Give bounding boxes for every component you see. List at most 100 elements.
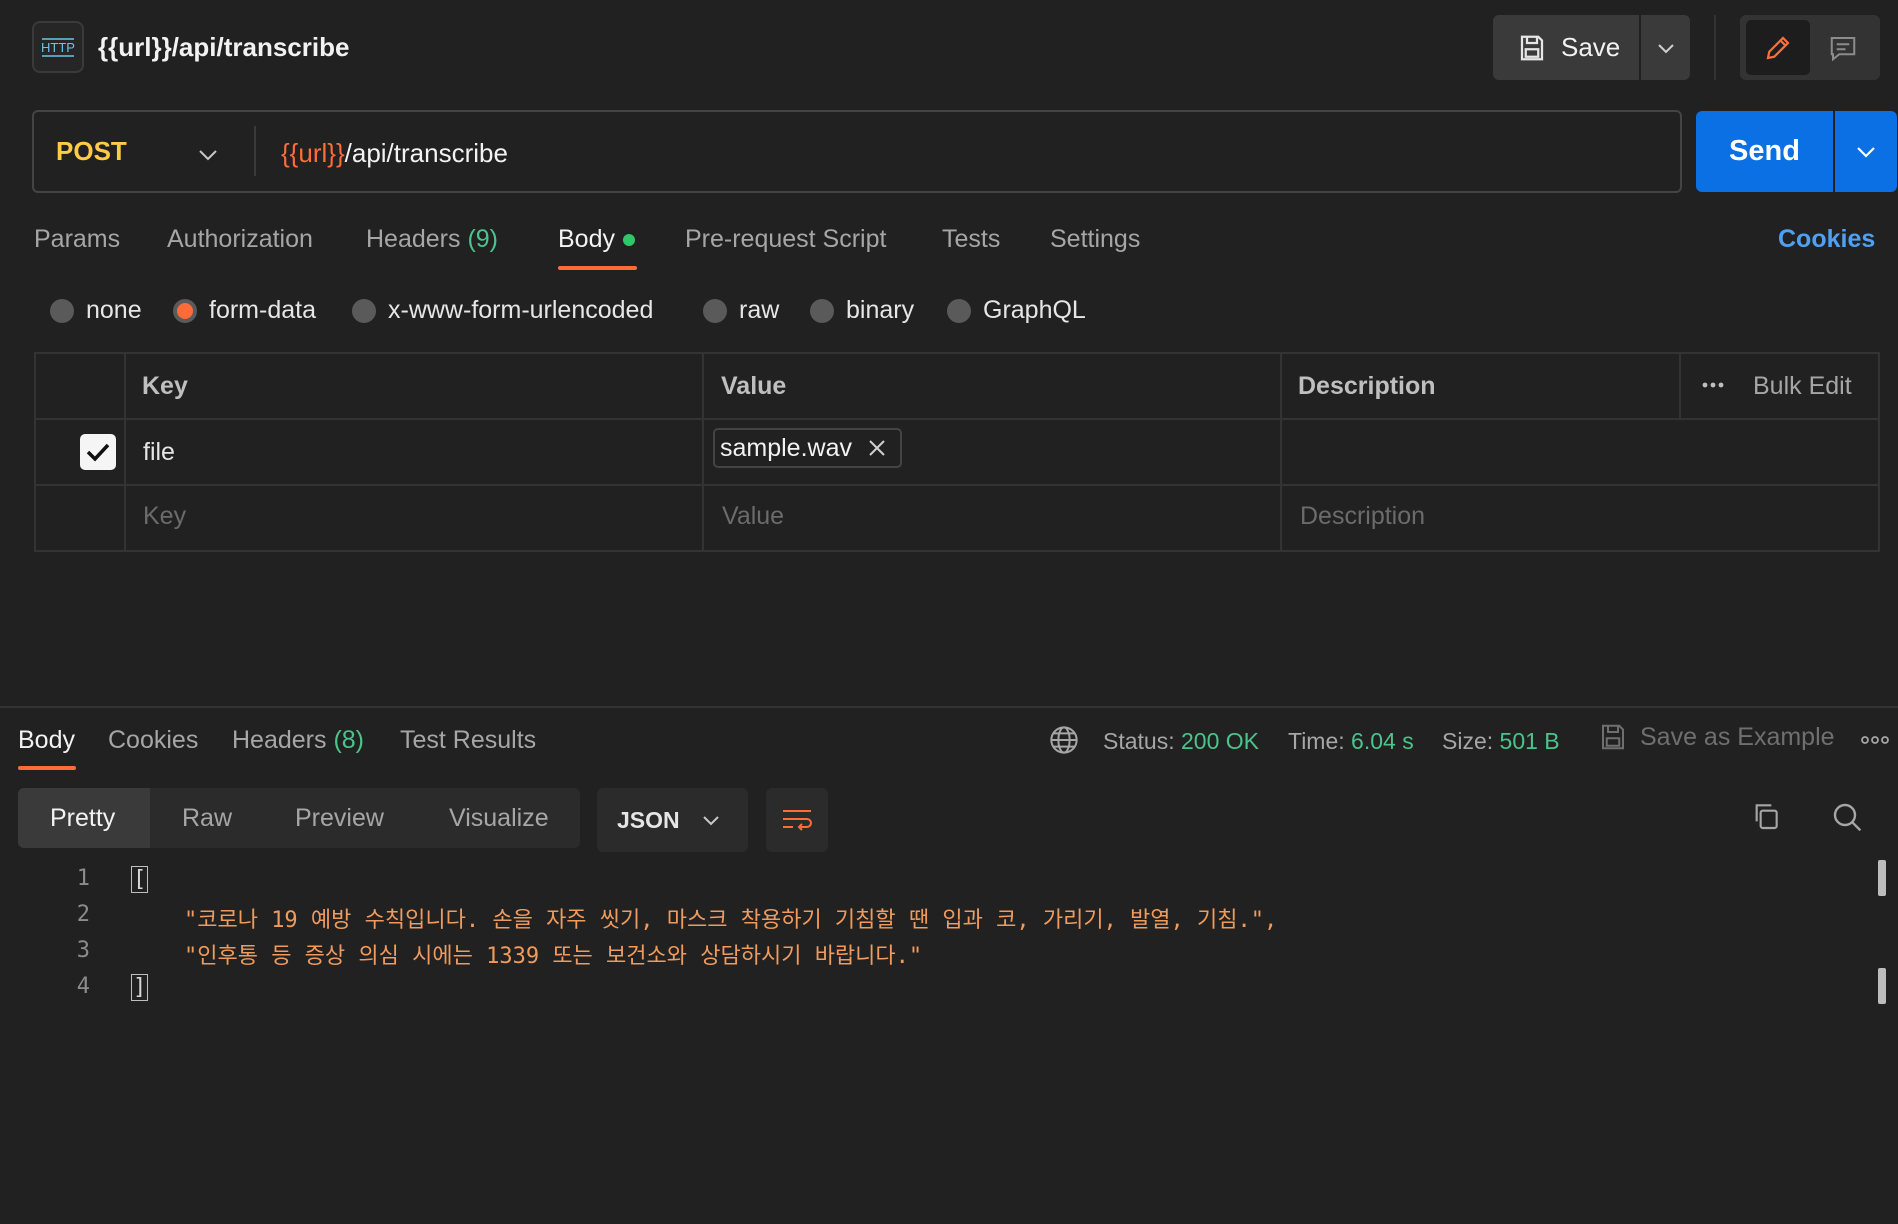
code-line: [ [131,864,149,893]
status-value: 200 OK [1181,728,1259,754]
file-chip[interactable]: sample.wav [713,428,902,468]
wrap-lines-icon [783,810,812,831]
save-button[interactable]: Save [1493,15,1639,80]
new-value-input[interactable]: Value [722,502,784,531]
tab-pre-request-script[interactable]: Pre-request Script [685,225,886,254]
body-type-urlencoded[interactable]: x-www-form-urlencoded [352,296,653,325]
tab-authorization[interactable]: Authorization [167,225,313,254]
code-line: "코로나 19 예방 수칙입니다. 손을 자주 씻기, 마스크 착용하기 기침할… [131,908,1278,933]
body-type-none[interactable]: none [50,296,142,325]
radio-label: GraphQL [983,296,1086,324]
column-header-value: Value [721,372,787,400]
body-type-form-data[interactable]: form-data [173,296,316,325]
format-select[interactable]: JSON [597,788,748,852]
radio-selected-icon [173,298,197,323]
send-button[interactable]: Send [1696,111,1833,192]
save-as-example-button[interactable]: Save as Example [1598,722,1835,752]
chevron-down-icon[interactable] [198,140,218,169]
tab-headers-count: (9) [467,225,499,253]
time-label: Time: [1288,728,1345,754]
save-dropdown-button[interactable] [1641,15,1690,80]
size-label: Size: [1442,728,1494,754]
url-variable: {{url}} [281,138,345,168]
close-icon[interactable] [868,439,886,457]
pencil-icon [1766,35,1790,59]
view-preview[interactable]: Preview [295,804,384,833]
line-number: 1 [76,866,90,891]
wrap-lines-button[interactable] [766,788,828,852]
tab-settings[interactable]: Settings [1050,225,1140,254]
format-label: JSON [617,806,680,833]
response-tab-headers[interactable]: Headers (8) [232,726,364,755]
close-bracket: ] [131,974,149,1001]
response-divider[interactable] [0,706,1898,708]
tab-headers[interactable]: Headers (9) [366,225,498,254]
request-title[interactable]: {{url}}/api/transcribe [98,32,349,63]
tab-tests[interactable]: Tests [942,225,1000,254]
radio-label: binary [846,296,915,324]
url-divider [254,126,256,176]
url-input[interactable]: {{url}}/api/transcribe [281,138,508,169]
tab-body[interactable]: Body [558,225,635,254]
table-divider [702,352,704,552]
response-status[interactable]: Status: 200 OK [1103,728,1259,755]
table-divider [124,352,126,552]
copy-icon[interactable] [1750,800,1782,839]
search-icon[interactable] [1831,801,1863,840]
response-tab-headers-count: (8) [333,726,365,754]
response-tab-body[interactable]: Body [18,726,75,755]
response-size[interactable]: Size: 501 B [1442,728,1560,755]
column-header-description: Description [1298,372,1436,400]
more-options-icon[interactable] [1860,728,1890,759]
file-name: sample.wav [720,433,852,462]
body-type-binary[interactable]: binary [810,296,914,325]
tab-headers-label: Headers [366,225,461,253]
send-dropdown-button[interactable] [1835,111,1897,192]
column-header-key: Key [142,372,188,400]
table-divider [34,418,1880,420]
response-time[interactable]: Time: 6.04 s [1288,728,1414,755]
scrollbar-marker[interactable] [1878,860,1886,896]
table-divider [34,484,1880,486]
row-enabled-checkbox[interactable] [80,434,116,470]
svg-text:HTTP: HTTP [41,40,75,55]
chevron-down-icon [1657,43,1674,53]
response-tab-cookies[interactable]: Cookies [108,726,198,755]
response-tab-test-results[interactable]: Test Results [400,726,536,755]
tab-params[interactable]: Params [34,225,120,254]
more-options-icon[interactable] [1700,372,1726,405]
row-key[interactable]: file [143,438,175,467]
radio-icon [947,298,971,323]
edit-mode-button[interactable] [1746,20,1810,75]
chevron-down-icon [702,816,719,826]
url-path: /api/transcribe [344,138,508,168]
line-number: 4 [76,974,90,999]
scrollbar-marker[interactable] [1878,968,1886,1004]
form-data-table [34,352,1880,552]
bulk-edit-button[interactable]: Bulk Edit [1753,372,1852,401]
radio-icon [703,298,727,323]
code-line: "인후통 등 증상 의심 시에는 1339 또는 보건소와 상담하시기 바랍니다… [131,944,923,969]
method-select[interactable]: POST [56,136,127,167]
radio-label: x-www-form-urlencoded [388,296,654,324]
table-divider [1280,352,1282,552]
view-pretty[interactable]: Pretty [50,804,115,833]
view-visualize[interactable]: Visualize [449,804,549,833]
save-icon [1520,35,1544,60]
body-type-graphql[interactable]: GraphQL [947,296,1086,325]
view-raw[interactable]: Raw [182,804,232,833]
comment-icon [1830,36,1856,61]
chevron-down-icon [1857,146,1875,158]
comments-button[interactable] [1812,20,1874,75]
new-key-input[interactable]: Key [143,502,186,531]
body-type-raw[interactable]: raw [703,296,779,325]
size-value: 501 B [1499,728,1560,754]
table-divider [1679,352,1681,418]
status-label: Status: [1103,728,1175,754]
radio-icon [352,298,376,323]
open-bracket: [ [131,866,149,893]
new-description-input[interactable]: Description [1300,502,1425,531]
radio-label: form-data [209,296,316,324]
globe-icon[interactable] [1048,724,1080,763]
cookies-link[interactable]: Cookies [1778,225,1875,254]
